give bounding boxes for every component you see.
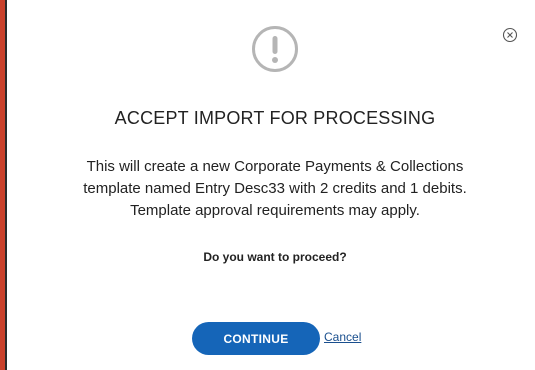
dialog-title: ACCEPT IMPORT FOR PROCESSING bbox=[114, 108, 436, 128]
warning-icon bbox=[251, 25, 299, 73]
close-icon[interactable] bbox=[502, 27, 518, 43]
message-line: Template approval requirements may apply… bbox=[130, 202, 420, 219]
confirm-dialog: ACCEPT IMPORT FOR PROCESSING This will c… bbox=[7, 0, 535, 370]
continue-button[interactable]: CONTINUE bbox=[192, 322, 320, 355]
dialog-message: This will create a new Corporate Payment… bbox=[27, 156, 523, 222]
cancel-link[interactable]: Cancel bbox=[324, 330, 361, 344]
proceed-question: Do you want to proceed? bbox=[203, 250, 347, 264]
message-line: This will create a new Corporate Payment… bbox=[86, 158, 464, 175]
message-line: template named Entry Desc33 with 2 credi… bbox=[83, 180, 467, 197]
